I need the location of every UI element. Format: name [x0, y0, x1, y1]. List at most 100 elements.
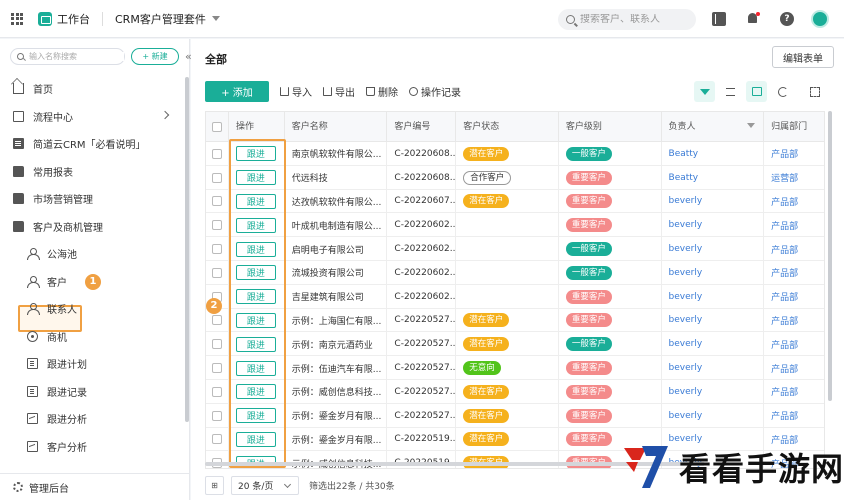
sidebar-item-marketing[interactable]: 市场营销管理 [0, 187, 189, 209]
table-row[interactable]: 跟进 南京帆软软件有限公... C-20220608... 潜在客户 一般客户 Beatt… [206, 142, 824, 166]
follow-up-button[interactable]: 跟进 [235, 289, 276, 305]
follow-up-button[interactable]: 跟进 [235, 265, 276, 281]
owner-link[interactable]: beverly [669, 220, 703, 230]
follow-up-button[interactable]: 跟进 [235, 336, 276, 352]
sidebar-item-opportunity[interactable]: 商机 [0, 325, 189, 347]
row-select[interactable] [206, 379, 229, 404]
owner-link[interactable]: Beatty [669, 149, 699, 159]
cell-owner[interactable]: beverly [662, 356, 765, 380]
header-select-all[interactable] [206, 112, 229, 142]
help-icon[interactable]: ? [780, 12, 794, 26]
header-department[interactable]: 归属部门 [764, 112, 824, 142]
row-checkbox[interactable] [212, 244, 222, 255]
follow-up-button[interactable]: 跟进 [235, 193, 276, 209]
owner-link[interactable]: beverly [669, 268, 703, 278]
row-select[interactable] [206, 356, 229, 380]
department-link[interactable]: 产品部 [771, 409, 798, 422]
admin-backend-link[interactable]: 管理后台 [0, 473, 189, 500]
book-icon[interactable] [712, 12, 726, 26]
cell-department[interactable]: 产品部 [764, 285, 824, 309]
department-link[interactable]: 产品部 [771, 338, 798, 351]
sidebar-search-input[interactable] [29, 52, 124, 61]
sidebar-item-customer-analysis[interactable]: 客户分析 [0, 435, 189, 457]
page-size-select[interactable]: 20 条/页 [231, 475, 299, 495]
cell-customer-name[interactable]: 示例：伍迪汽车有限... [285, 356, 388, 380]
row-checkbox[interactable] [212, 267, 222, 278]
owner-link[interactable]: beverly [669, 196, 703, 206]
cell-customer-name[interactable]: 达孜帆软软件有限公... [285, 189, 388, 214]
cell-department[interactable]: 产品部 [764, 142, 824, 166]
sidebar-item-reports[interactable]: 常用报表 [0, 160, 189, 182]
row-checkbox[interactable] [212, 410, 222, 421]
bell-icon[interactable] [746, 12, 760, 26]
cell-department[interactable]: 产品部 [764, 404, 824, 428]
cell-customer-name[interactable]: 示例：上海国仁有限... [285, 308, 388, 333]
row-checkbox[interactable] [212, 339, 222, 350]
chevron-down-icon[interactable] [211, 16, 220, 21]
follow-up-button[interactable]: 跟进 [235, 384, 276, 400]
sidebar-item-flow-center[interactable]: 流程中心 [0, 105, 189, 127]
sidebar-scrollbar[interactable] [185, 77, 189, 422]
edit-form-button[interactable]: 编辑表单 [772, 46, 834, 68]
sidebar-item-follow-analysis[interactable]: 跟进分析 [0, 407, 189, 429]
row-checkbox[interactable] [212, 434, 222, 445]
fullscreen-button[interactable] [804, 81, 825, 102]
row-select[interactable] [206, 237, 229, 261]
cell-department[interactable]: 产品部 [764, 309, 824, 333]
header-customer-level[interactable]: 客户级别 [559, 112, 662, 142]
cell-owner[interactable]: beverly [662, 237, 765, 261]
filter-button[interactable] [694, 81, 715, 102]
department-link[interactable]: 运营部 [771, 171, 798, 184]
workbench-title[interactable]: 工作台 [57, 11, 90, 27]
cell-department[interactable]: 产品部 [764, 261, 824, 285]
department-link[interactable]: 产品部 [771, 314, 798, 327]
sidebar-item-customer-opportunity[interactable]: 客户及商机管理 [0, 215, 189, 237]
table-row[interactable]: 跟进 示例：上海国仁有限... C-20220527... 潜在客户 重要客户 bever… [206, 308, 824, 333]
delete-button[interactable]: 删除 [366, 84, 398, 99]
import-button[interactable]: 导入 [280, 84, 312, 99]
owner-link[interactable]: Beatty [669, 173, 699, 183]
global-search-input[interactable] [580, 14, 690, 25]
cell-customer-name[interactable]: 吉星建筑有限公司 [285, 284, 388, 309]
row-select[interactable] [206, 189, 229, 214]
header-customer-status[interactable]: 客户状态 [456, 112, 559, 142]
column-filter-icon[interactable] [747, 123, 756, 128]
view-button[interactable] [746, 81, 767, 102]
cell-department[interactable]: 运营部 [764, 166, 824, 190]
cell-customer-name[interactable]: 示例：南京元酒药业 [285, 332, 388, 357]
follow-up-button[interactable]: 跟进 [235, 241, 276, 257]
table-row[interactable]: 跟进 达孜帆软软件有限公... C-20220607... 潜在客户 重要客户 bever… [206, 189, 824, 214]
follow-up-button[interactable]: 跟进 [235, 431, 276, 447]
owner-link[interactable]: beverly [669, 363, 703, 373]
cell-department[interactable]: 产品部 [764, 380, 824, 404]
department-link[interactable]: 产品部 [771, 243, 798, 256]
department-link[interactable]: 产品部 [771, 290, 798, 303]
department-link[interactable]: 产品部 [771, 385, 798, 398]
table-row[interactable]: 跟进 叶成机电制造有限公... C-20220602... 重要客户 beverly 产品… [206, 213, 824, 238]
suite-title[interactable]: CRM客户管理套件 [115, 11, 206, 27]
table-row[interactable]: 跟进 启明电子有限公司 C-20220602... 一般客户 beverly 产品部 [206, 237, 824, 261]
cell-owner[interactable]: beverly [662, 308, 765, 333]
cell-owner[interactable]: beverly [662, 332, 765, 357]
owner-link[interactable]: beverly [669, 244, 703, 254]
table-row[interactable]: 跟进 示例：威创信息科技... C-20220527... 潜在客户 重要客户 bever… [206, 379, 824, 404]
follow-up-button[interactable]: 跟进 [235, 170, 276, 186]
cell-owner[interactable]: beverly [662, 189, 765, 214]
row-select[interactable] [206, 427, 229, 452]
select-all-checkbox[interactable] [212, 122, 222, 132]
cell-owner[interactable]: beverly [662, 260, 765, 285]
follow-up-button[interactable]: 跟进 [235, 312, 276, 328]
cell-owner[interactable]: Beatty [662, 142, 765, 166]
header-owner[interactable]: 负责人 [662, 112, 765, 142]
header-customer-code[interactable]: 客户编号 [387, 112, 457, 142]
row-checkbox[interactable] [212, 148, 222, 159]
header-customer-name[interactable]: 客户名称 [285, 112, 388, 142]
app-grid-icon[interactable] [11, 12, 23, 25]
vertical-scrollbar[interactable] [828, 111, 832, 401]
cell-customer-name[interactable]: 代远科技 [285, 165, 388, 190]
cell-owner[interactable]: beverly [662, 403, 765, 428]
add-button[interactable]: + 添加 [205, 81, 269, 102]
owner-link[interactable]: beverly [669, 387, 703, 397]
cell-customer-name[interactable]: 示例：鎏金岁月有限... [285, 403, 388, 428]
follow-up-button[interactable]: 跟进 [235, 408, 276, 424]
